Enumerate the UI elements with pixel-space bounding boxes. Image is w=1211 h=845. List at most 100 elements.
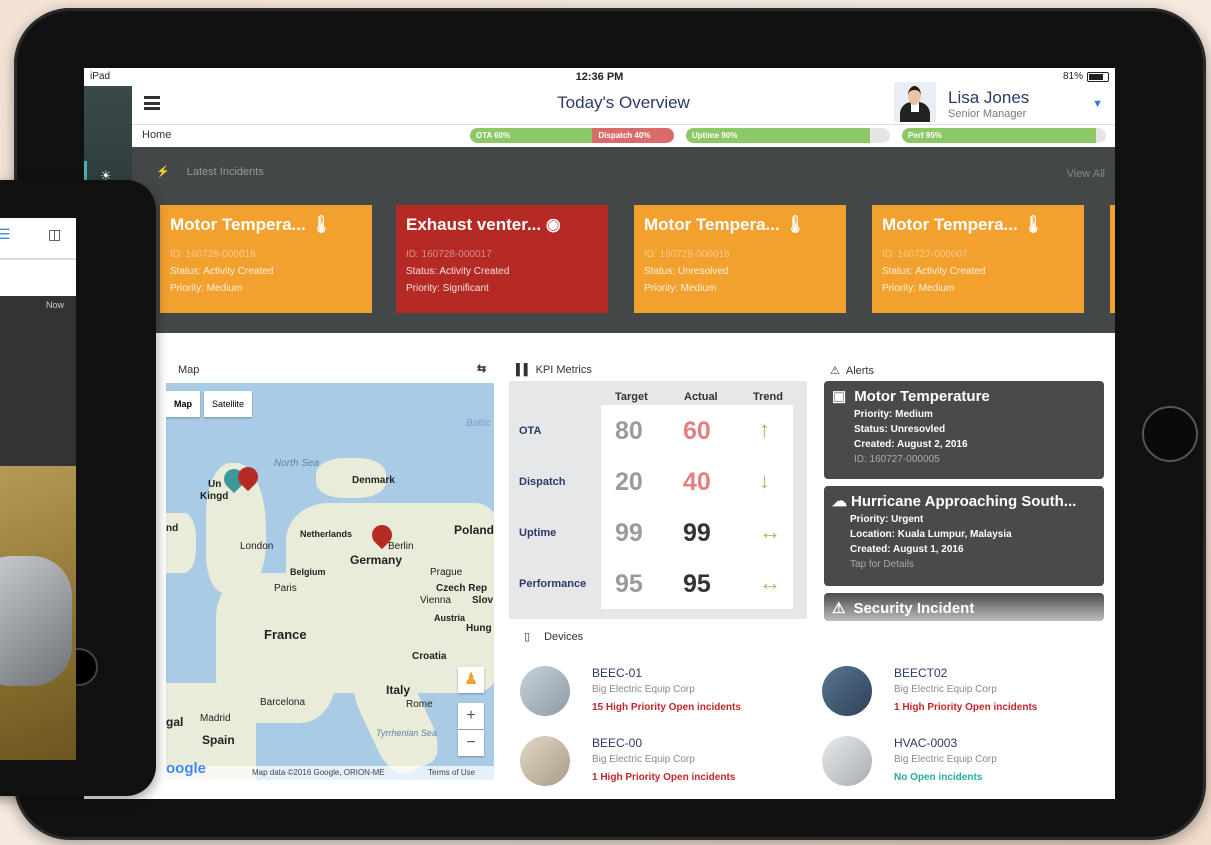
map-title: Map (178, 364, 200, 376)
kpi-title: ▐▐ KPI Metrics (512, 364, 592, 376)
alert-card[interactable]: ⚠ Security Incident (824, 593, 1104, 621)
map-label: London (240, 541, 274, 552)
map-label: Prague (430, 567, 463, 578)
incident-card[interactable]: Motor Tempera... 🌡 ID: 160728-000018 Sta… (160, 205, 372, 313)
map-label: North Sea (274, 458, 320, 469)
phone-screen: ☰ ◫ Now (0, 218, 76, 760)
vent-icon: ◉ (545, 215, 561, 234)
chevron-down-icon[interactable]: ▼ (1092, 98, 1103, 110)
user-role: Senior Manager (948, 108, 1027, 120)
kpi-row: Uptime 99 99 ↔ (519, 519, 781, 547)
device-item[interactable]: BEECT02 Big Electric Equip Corp 1 High P… (822, 666, 1112, 722)
map-label: Poland (454, 523, 494, 537)
kpi-col-actual: Actual (684, 391, 718, 403)
clock: 12:36 PM (575, 71, 624, 83)
incident-card[interactable]: Exhaust venter... ◉ ID: 160728-000017 St… (396, 205, 608, 313)
warning-icon: ⚠ (830, 365, 840, 377)
kpi-bar-ota-dispatch: OTA 60% Dispatch 40% (470, 128, 674, 143)
battery-percent: 81% (1062, 71, 1083, 82)
map-label: Tyrrhenian Sea (376, 728, 437, 738)
phone-now-label: Now (46, 300, 65, 310)
map-type-satellite-button[interactable]: Satellite (204, 391, 253, 417)
terms-link[interactable]: Terms of Use (428, 768, 475, 777)
refresh-icon[interactable]: ⇆ (477, 362, 486, 375)
map-label: Belgium (290, 567, 326, 577)
trend-flat-icon: ↔ (759, 519, 781, 544)
kpi-row: Performance 95 95 ↔ (519, 570, 781, 598)
incident-card[interactable]: Motor Tempera... 🌡 ID: 160727-000007 Sta… (872, 205, 1084, 313)
kpi-bar-perf: Perf 95% (902, 128, 1106, 143)
google-logo: oogle (166, 760, 206, 777)
kpi-bar-uptime: Uptime 90% (686, 128, 890, 143)
thermometer-icon: 🌡 (310, 215, 333, 234)
incidents-header: ⚡ Latest Incidents (156, 166, 264, 178)
street-view-icon[interactable]: ♟ (458, 667, 484, 693)
breadcrumb-bar: Home OTA 60% Dispatch 40% Uptime 90% Per… (132, 124, 1115, 148)
map-label: Baltic (466, 418, 491, 429)
map-view[interactable]: Map Satellite Baltic North Sea Denmark U… (166, 383, 494, 780)
incident-card[interactable]: Motor Tempera... 🌡 ID: 160728-000016 Sta… (634, 205, 846, 313)
kpi-col-target: Target (615, 391, 648, 403)
header: Today's Overview Lisa Jones Senior Manag… (132, 82, 1115, 124)
user-name[interactable]: Lisa Jones (948, 88, 1029, 108)
latest-incidents-panel: ⚡ Latest Incidents View All Motor Temper… (132, 147, 1115, 333)
zoom-out-button[interactable]: − (458, 730, 484, 756)
avatar[interactable] (894, 82, 936, 122)
map-label: Paris (274, 583, 297, 594)
thermometer-icon: 🌡 (1022, 215, 1045, 234)
map-label: gal (166, 715, 184, 729)
device-item[interactable]: HVAC-0003 Big Electric Equip Corp No Ope… (822, 736, 1112, 792)
kpi-bar-dispatch: Dispatch 40% (592, 128, 674, 143)
map-label: Italy (386, 683, 411, 697)
bar-chart-icon: ▐▐ (512, 364, 528, 376)
zoom-in-button[interactable]: + (458, 703, 484, 729)
map-label: Rome (406, 699, 433, 710)
battery-status: 81% (1063, 71, 1109, 82)
map-label: Austria (434, 613, 466, 623)
devices-title: ▯ Devices (524, 631, 584, 643)
tablet-frame: iPad 12:36 PM 81% ☀ Today's Overview Lis… (14, 8, 1206, 840)
device-item[interactable]: BEEC-01 Big Electric Equip Corp 15 High … (520, 666, 810, 722)
kpi-row: OTA 80 60 ↑ (519, 417, 770, 445)
device-item[interactable]: BEEC-00 Big Electric Equip Corp 1 High P… (520, 736, 810, 792)
alert-card[interactable]: ☁ Hurricane Approaching South... Priority… (824, 486, 1104, 586)
kpi-metrics-table: Target Actual Trend OTA 80 60 ↑ Dispatch… (509, 381, 807, 619)
device-thumbnail (520, 736, 570, 786)
map-label: Croatia (412, 651, 447, 662)
map-label: Kingd (200, 491, 229, 502)
bolt-icon: ⚡ (156, 166, 170, 178)
kpi-bar-ota: OTA 60% (470, 128, 593, 143)
map-label: Czech Rep (436, 583, 488, 594)
map-footer: oogle Map data ©2016 Google, ORION-ME Te… (166, 760, 494, 780)
incident-card-partial[interactable] (1110, 205, 1115, 313)
alert-card[interactable]: ▣ Motor Temperature Priority: Medium Stat… (824, 381, 1104, 479)
kpi-col-trend: Trend (753, 391, 783, 403)
view-all-link[interactable]: View All (1067, 168, 1105, 180)
device-thumbnail (822, 666, 872, 716)
lock-icon: ⚠ (832, 600, 846, 617)
map-type-map-button[interactable]: Map (166, 391, 200, 417)
map-label: France (264, 627, 307, 642)
map-label: Madrid (200, 713, 231, 724)
map-label: Vienna (420, 595, 451, 606)
thermometer-icon: 🌡 (784, 215, 807, 234)
map-label: Un (208, 479, 222, 490)
map-label: Spain (202, 733, 235, 747)
cloud-icon: ☁ (832, 493, 847, 510)
phone-machine-image (0, 466, 76, 760)
map-label: Hung (466, 623, 492, 634)
battery-icon (1087, 71, 1109, 82)
map-label: Netherlands (300, 529, 353, 539)
panel-icon[interactable]: ◫ (48, 226, 61, 243)
map-label: Slov (472, 595, 494, 606)
map-label: nd (166, 523, 179, 534)
breadcrumb-home[interactable]: Home (142, 129, 171, 141)
trend-down-icon: ↓ (759, 468, 770, 493)
status-bar: iPad 12:36 PM 81% (84, 68, 1115, 86)
tablet-home-button[interactable] (1142, 406, 1198, 462)
layers-icon[interactable]: ☰ (0, 226, 11, 243)
map-label: Barcelona (260, 697, 306, 708)
map-label: Germany (350, 553, 403, 567)
kpi-row: Dispatch 20 40 ↓ (519, 468, 770, 496)
trend-flat-icon: ↔ (759, 570, 781, 595)
